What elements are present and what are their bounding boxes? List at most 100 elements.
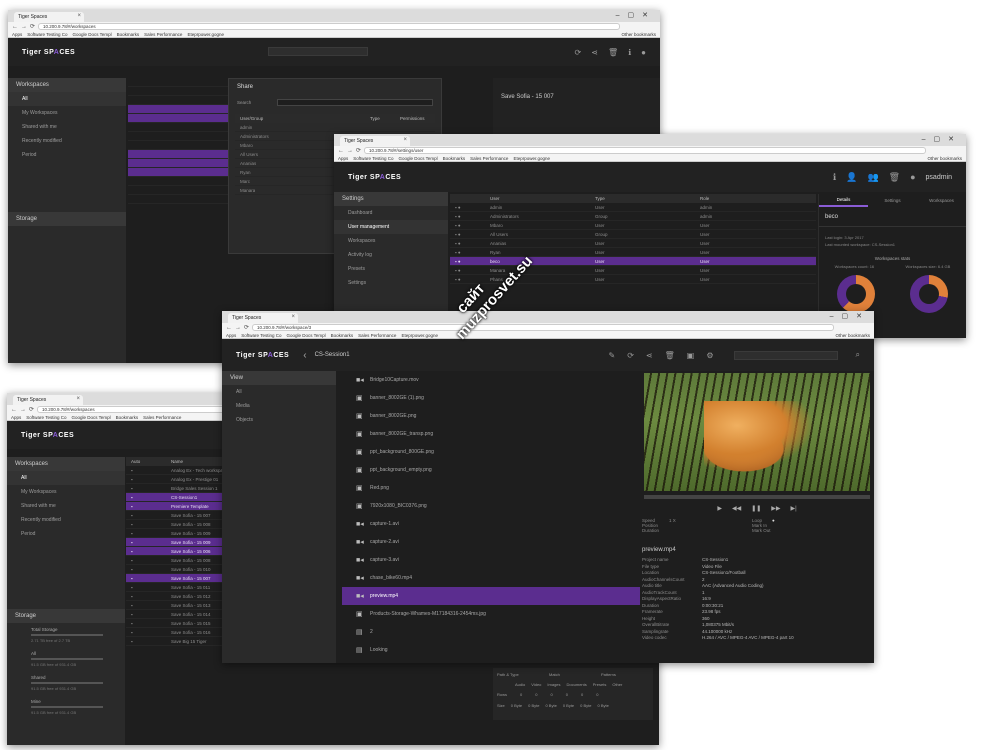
row-checkbox[interactable]: ▪ <box>126 549 166 554</box>
reload-icon[interactable]: ⟳ <box>244 324 249 331</box>
play-icon[interactable]: ▶ <box>717 505 722 512</box>
table-row[interactable]: ▪ Save Sofia - 15 011 <box>126 583 230 592</box>
row-checkbox[interactable]: ▪ <box>126 495 166 500</box>
app-logo[interactable]: Tiger SPACES <box>21 432 74 439</box>
sidebar-item-shared[interactable]: Shared with me <box>8 120 126 134</box>
tab-settings[interactable]: Settings <box>868 198 917 203</box>
sidebar-item-all[interactable]: All <box>8 92 126 106</box>
other-bookmarks[interactable]: Other bookmarks <box>621 32 656 37</box>
sidebar-item-period[interactable]: Period <box>7 527 125 541</box>
bookmark-1[interactable]: Software Testing Co <box>26 415 66 420</box>
current-user[interactable]: psadmin <box>926 174 952 181</box>
bookmark-5[interactable]: Eteprpower.gogne <box>401 333 438 338</box>
refresh-icon[interactable]: ⟳ <box>575 48 582 57</box>
window-controls[interactable]: –▢✕ <box>616 11 656 19</box>
video-preview[interactable] <box>644 373 870 491</box>
row-checkbox[interactable]: ▪ ● <box>450 259 485 264</box>
file-row[interactable]: ▣ banner_8002GE_transp.png <box>342 425 640 443</box>
share-icon[interactable]: ⋖ <box>646 351 653 360</box>
sidebar-item-media[interactable]: Media <box>222 399 336 413</box>
share-search-input[interactable] <box>277 99 433 106</box>
search-input[interactable] <box>268 47 368 56</box>
row-checkbox[interactable]: ▪ <box>126 486 166 491</box>
row-checkbox[interactable]: ▪ ● <box>450 241 485 246</box>
table-row[interactable]: ▪ Save Sofia - 15 015 <box>126 619 230 628</box>
bookmark-3[interactable]: Bookmarks <box>117 32 140 37</box>
settings-icon[interactable]: ⚙ <box>706 351 713 360</box>
file-row[interactable]: ▣ ppt_background_800GE.png <box>342 443 640 461</box>
back-icon[interactable]: ← <box>338 148 344 154</box>
row-checkbox[interactable]: ▪ <box>126 468 166 473</box>
file-row[interactable]: ■◂ Bridge10Capture.mov <box>342 371 640 389</box>
row-checkbox[interactable]: ▪ <box>126 540 166 545</box>
bookmark-2[interactable]: Google Docs Templ <box>72 32 111 37</box>
bookmark-apps[interactable]: Apps <box>12 32 22 37</box>
delete-icon[interactable]: 🗑 <box>608 48 618 57</box>
sidebar-item-recent[interactable]: Recently modified <box>7 513 125 527</box>
row-checkbox[interactable]: ▪ <box>126 594 166 599</box>
add-user-icon[interactable]: 👤 <box>846 172 857 183</box>
back-icon[interactable]: ← <box>12 24 18 30</box>
pause-icon[interactable]: ❚❚ <box>751 505 761 512</box>
sidebar-item-dashboard[interactable]: Dashboard <box>334 206 448 220</box>
sidebar-item-workspaces[interactable]: Workspaces <box>334 234 448 248</box>
row-checkbox[interactable]: ▪ <box>126 558 166 563</box>
table-row[interactable]: ▪ Save Sofia - 15 007 <box>126 574 230 583</box>
row-checkbox[interactable]: ▪ <box>126 477 166 482</box>
reload-icon[interactable]: ⟳ <box>30 23 35 30</box>
close-tab-icon[interactable]: × <box>77 13 81 19</box>
row-checkbox[interactable]: ▪ <box>126 630 166 635</box>
sidebar-item-shared[interactable]: Shared with me <box>7 499 125 513</box>
forward-icon[interactable]: → <box>21 24 27 30</box>
file-row[interactable]: ■◂ capture-1.avi <box>342 515 640 533</box>
app-logo[interactable]: Tiger SPACES <box>236 352 289 359</box>
bookmark-4[interactable]: Sales Performance <box>470 156 508 161</box>
sidebar-item-activity-log[interactable]: Activity log <box>334 248 448 262</box>
forward-icon[interactable]: → <box>20 407 26 413</box>
bookmark-1[interactable]: Software Testing Co <box>241 333 281 338</box>
file-row[interactable]: ▤ 2 <box>342 623 640 641</box>
table-row[interactable]: ▪ Analog Ex - Tech workspace <box>126 466 230 475</box>
bookmark-2[interactable]: Google Docs Templ <box>286 333 325 338</box>
table-row[interactable]: ▪ Save Sofia - 15 010 <box>126 565 230 574</box>
user-icon[interactable]: ● <box>641 48 646 57</box>
table-row[interactable]: ▪ Premiere Template <box>126 502 230 511</box>
file-row[interactable]: ▣ 7920x1080_BIC0376.png <box>342 497 640 515</box>
forward-icon[interactable]: ▶▶ <box>771 505 780 512</box>
rewind-icon[interactable]: ◀◀ <box>732 505 741 512</box>
row-checkbox[interactable]: ▪ ● <box>450 250 485 255</box>
row-checkbox[interactable]: ▪ <box>126 576 166 581</box>
sidebar-item-recent[interactable]: Recently modified <box>8 134 126 148</box>
bookmark-4[interactable]: Sales Performance <box>143 415 181 420</box>
table-row[interactable]: ▪ Save Sofia - 15 009 <box>126 529 230 538</box>
row-checkbox[interactable]: ▪ ● <box>450 205 485 210</box>
table-row[interactable]: ▪ Save Sofia - 15 012 <box>126 592 230 601</box>
tab-details[interactable]: Details <box>819 194 868 207</box>
close-tab-icon[interactable]: × <box>76 396 80 402</box>
file-row[interactable]: ■◂ capture-2.avi <box>342 533 640 551</box>
table-row[interactable]: ▪ Save Sofia - 15 008 <box>126 556 230 565</box>
bookmark-5[interactable]: Eteprpower.gogne <box>513 156 550 161</box>
search-icon[interactable]: ⌕ <box>856 350 860 360</box>
loop-toggle[interactable]: ● <box>772 518 775 523</box>
browser-tab[interactable]: Tiger Spaces × <box>14 12 84 22</box>
table-row[interactable]: ▪ Save Sofia - 15 009 <box>126 538 230 547</box>
sidebar-item-my[interactable]: My Workspaces <box>8 106 126 120</box>
row-checkbox[interactable]: ▪ <box>126 567 166 572</box>
bookmark-3[interactable]: Bookmarks <box>443 156 466 161</box>
other-bookmarks[interactable]: Other bookmarks <box>927 156 962 161</box>
app-logo[interactable]: Tiger SPACES <box>22 49 75 56</box>
table-row[interactable]: ▪ Save Sofia - 15 008 <box>126 520 230 529</box>
back-icon[interactable]: ← <box>11 407 17 413</box>
table-row[interactable]: ▪ Save Sofia - 15 006 <box>126 547 230 556</box>
bookmark-apps[interactable]: Apps <box>226 333 236 338</box>
app-logo[interactable]: Tiger SPACES <box>348 174 401 181</box>
info-icon[interactable]: ℹ <box>833 172 836 183</box>
browser-tab[interactable]: Tiger Spaces × <box>228 313 298 323</box>
row-checkbox[interactable]: ▪ ● <box>450 223 485 228</box>
row-checkbox[interactable]: ▪ <box>126 612 166 617</box>
sidebar-item-presets[interactable]: Presets <box>334 262 448 276</box>
file-row[interactable]: ■◂ capture-3.avi <box>342 551 640 569</box>
address-bar[interactable]: 10.200.9.78/#/workspace/3 <box>252 324 834 331</box>
reload-icon[interactable]: ⟳ <box>356 147 361 154</box>
